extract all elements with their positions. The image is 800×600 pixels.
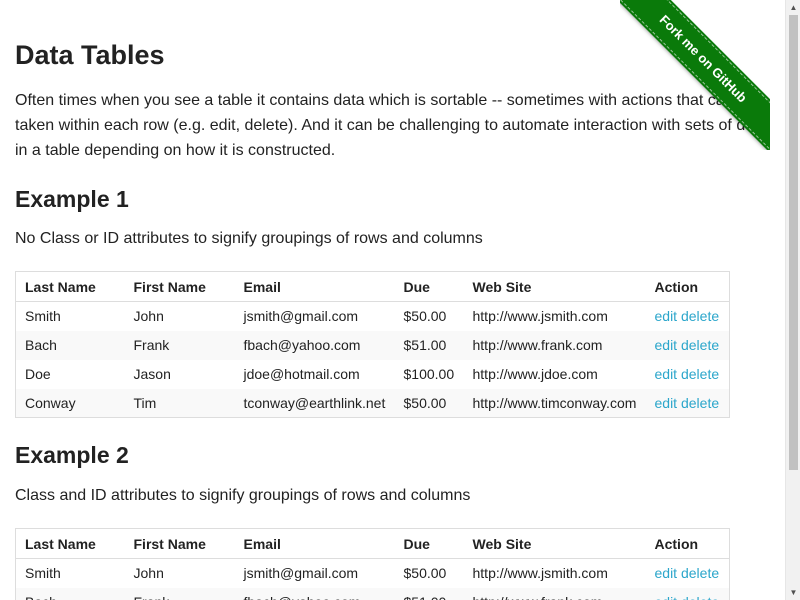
table-header-row: Last Name First Name Email Due Web Site … [15,528,730,559]
delete-link[interactable]: delete [681,395,719,411]
column-header-action: Action [645,271,730,302]
cell-first-name: John [133,308,164,325]
cell-first-name: John [133,565,164,582]
delete-link[interactable]: delete [681,337,719,353]
column-header-due[interactable]: Due [394,528,464,559]
cell-email: fbach@yahoo.com [234,330,395,360]
cell-action: edit delete [645,330,730,360]
vertical-scrollbar[interactable]: ▲ ▼ [785,0,800,600]
cell-first-name: Jason [133,366,171,382]
cell-first-name: Tim [124,388,235,418]
cell-last-name: Doe [25,366,51,382]
column-header-email[interactable]: Email [234,528,395,559]
table-row: Smith John jsmith@gmail.com $50.00 http://ww… [16,302,730,331]
cell-web-site: http://www.jsmith.com [472,308,608,325]
column-header-email[interactable]: Email [234,271,395,302]
edit-link[interactable]: edit [655,337,678,353]
cell-web-site: http://www.frank.com [463,587,646,600]
example2-table: Last Name First Name Email Due Web Site … [15,528,730,600]
cell-due: $50.00 [403,308,447,325]
delete-link[interactable]: delete [681,308,719,324]
column-header-action: Action [645,528,730,559]
page-viewport: Data Tables Often times when you see a t… [0,0,785,600]
cell-email: jsmith@gmail.com [243,308,359,325]
cell-web-site: http://www.timconway.com [463,388,646,418]
cell-email: jdoe@hotmail.com [243,366,360,382]
cell-due: $51.00 [394,587,464,600]
cell-email: fbach@yahoo.com [234,587,395,600]
cell-web-site: http://www.jsmith.com [472,565,608,582]
column-header-first-name[interactable]: First Name [124,271,235,302]
page-title: Data Tables [15,40,165,70]
example1-table: Last Name First Name Email Due Web Site … [15,271,730,418]
scrollbar-thumb[interactable] [789,15,798,470]
cell-action: edit delete [646,360,730,389]
cell-web-site: http://www.jdoe.com [472,366,598,382]
edit-link[interactable]: edit [655,395,678,411]
scroll-up-arrow-icon[interactable]: ▲ [786,0,800,15]
edit-link[interactable]: edit [655,594,678,600]
fork-on-github-link[interactable]: Fork me on GitHub [620,0,770,150]
table-row: Conway Tim tconway@earthlink.net $50.00 http… [15,388,730,418]
cell-due: $51.00 [394,330,464,360]
delete-link[interactable]: delete [681,594,719,600]
table-header-row: Last Name First Name Email Due Web Site … [15,271,730,302]
cell-last-name: Smith [25,565,61,582]
cell-first-name: Frank [124,330,235,360]
table-row: BachFrankfbach@yahoo.com$51.00http://www… [15,330,730,360]
table-row: Smith John jsmith@gmail.com $50.00 http://ww… [16,559,730,588]
cell-last-name: Smith [25,308,61,325]
cell-action: edit delete [646,559,730,588]
cell-last-name: Bach [15,587,125,600]
column-header-last-name[interactable]: Last Name [15,528,125,559]
edit-link[interactable]: edit [655,366,678,382]
cell-action: edit delete [646,302,730,331]
cell-due: $50.00 [394,388,464,418]
example2-heading: Example 2 [15,442,129,468]
edit-link[interactable]: edit [655,565,678,581]
example1-description: No Class or ID attributes to signify gro… [15,230,483,247]
cell-action: edit delete [645,587,730,600]
column-header-web-site[interactable]: Web Site [463,528,646,559]
example2-description: Class and ID attributes to signify group… [15,487,471,504]
column-header-first-name[interactable]: First Name [124,528,235,559]
fork-ribbon-container: Fork me on GitHub [620,0,770,150]
cell-web-site: http://www.frank.com [463,330,646,360]
cell-email: tconway@earthlink.net [234,388,395,418]
cell-last-name: Bach [15,330,125,360]
table-row: BachFrankfbach@yahoo.com$51.00http://www… [15,587,730,600]
column-header-web-site[interactable]: Web Site [463,271,646,302]
table-row: Doe Jason jdoe@hotmail.com $100.00 http://ww… [16,360,730,389]
edit-link[interactable]: edit [655,308,678,324]
cell-due: $50.00 [403,565,447,582]
cell-due: $100.00 [403,366,455,382]
delete-link[interactable]: delete [681,565,719,581]
column-header-last-name[interactable]: Last Name [15,271,125,302]
column-header-due[interactable]: Due [394,271,464,302]
example1-heading: Example 1 [15,186,129,212]
cell-last-name: Conway [15,388,125,418]
cell-first-name: Frank [124,587,235,600]
delete-link[interactable]: delete [681,366,719,382]
cell-email: jsmith@gmail.com [243,565,359,582]
scroll-down-arrow-icon[interactable]: ▼ [786,585,800,600]
cell-action: edit delete [645,388,730,418]
